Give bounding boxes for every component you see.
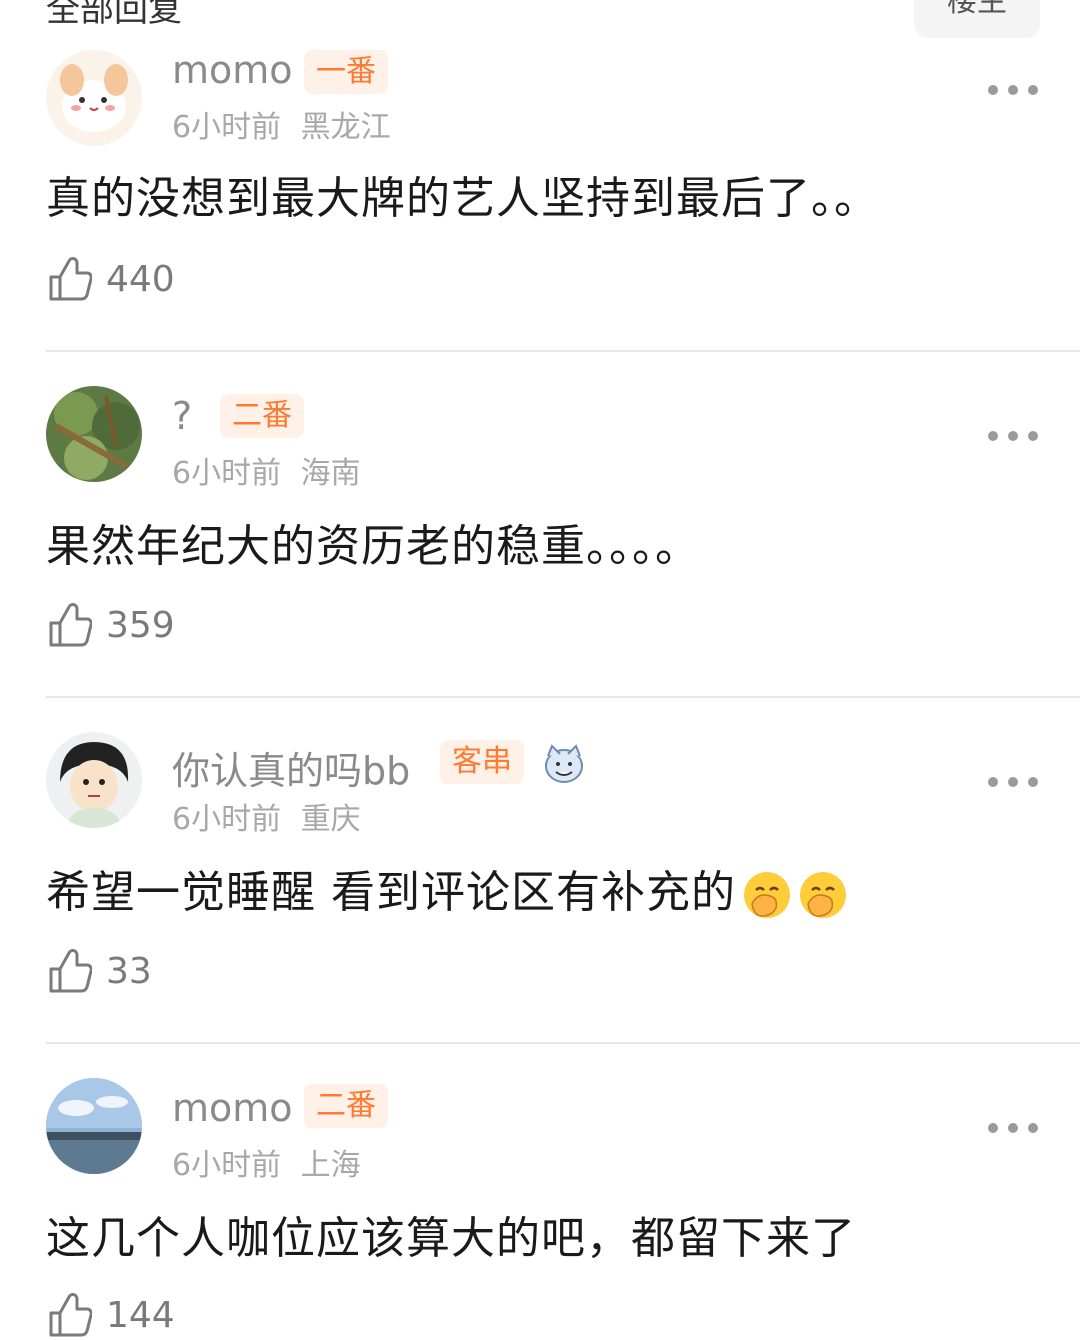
avatar[interactable]	[46, 1078, 142, 1174]
cat-sticker-icon	[540, 738, 588, 786]
username[interactable]: ?	[172, 394, 192, 438]
avatar[interactable]	[46, 50, 142, 146]
like-count: 144	[106, 1294, 175, 1336]
divider	[46, 1042, 1080, 1044]
like-count: 440	[106, 258, 175, 300]
comment-meta: 6小时前 海南	[172, 448, 361, 492]
username[interactable]: 你认真的吗bb	[172, 740, 410, 795]
comment-location: 重庆	[300, 802, 361, 837]
like-count: 359	[106, 604, 175, 646]
comment-location: 海南	[300, 456, 361, 491]
divider	[46, 696, 1080, 698]
comment-time: 6小时前	[172, 1148, 282, 1183]
like-button[interactable]: 144	[48, 1290, 175, 1340]
comment-meta: 6小时前 上海	[172, 1140, 361, 1184]
like-button[interactable]: 359	[48, 600, 175, 650]
comment-meta: 6小时前 重庆	[172, 794, 361, 838]
fan-level-badge: 二番	[304, 1084, 388, 1128]
thumbs-up-icon	[49, 949, 92, 993]
username[interactable]: momo	[172, 1086, 293, 1130]
username[interactable]: momo	[172, 48, 293, 92]
like-button[interactable]: 440	[48, 254, 175, 304]
comment-text: 果然年纪大的资历老的稳重。。。。	[46, 521, 700, 572]
fan-level-badge: 一番	[304, 50, 388, 94]
hand-over-mouth-emoji	[800, 872, 846, 918]
comment-text: 这几个人咖位应该算大的吧，都留下来了	[46, 1213, 856, 1264]
thumbs-up-icon	[49, 603, 92, 647]
comment-text-body: 希望一觉睡醒 看到评论区有补充的	[46, 867, 736, 918]
comment-meta: 6小时前 黑龙江	[172, 102, 391, 146]
more-options-icon[interactable]	[988, 82, 1038, 98]
thumbs-up-icon	[49, 1293, 92, 1337]
like-button[interactable]: 33	[48, 946, 152, 996]
divider	[46, 350, 1080, 352]
comment-text: 真的没想到最大牌的艺人坚持到最后了。。	[46, 173, 879, 224]
comment-time: 6小时前	[172, 456, 282, 491]
more-options-icon[interactable]	[988, 1120, 1038, 1136]
fan-level-badge: 二番	[220, 394, 304, 438]
more-options-icon[interactable]	[988, 428, 1038, 444]
comment-location: 黑龙江	[300, 110, 391, 145]
like-count: 33	[106, 950, 152, 992]
comment-text: 希望一觉睡醒 看到评论区有补充的	[46, 856, 848, 920]
thumbs-up-icon	[49, 257, 92, 301]
more-options-icon[interactable]	[988, 774, 1038, 790]
fan-level-badge: 客串	[440, 740, 524, 784]
avatar[interactable]	[46, 386, 142, 482]
comment-time: 6小时前	[172, 802, 282, 837]
comment-time: 6小时前	[172, 110, 282, 145]
reply-header: 全部回复 楼主	[0, 0, 1080, 40]
hand-over-mouth-emoji	[744, 872, 790, 918]
op-only-tab[interactable]: 楼主	[914, 0, 1040, 38]
comment-location: 上海	[300, 1148, 361, 1183]
all-replies-title: 全部回复	[46, 0, 182, 30]
avatar[interactable]	[46, 732, 142, 828]
